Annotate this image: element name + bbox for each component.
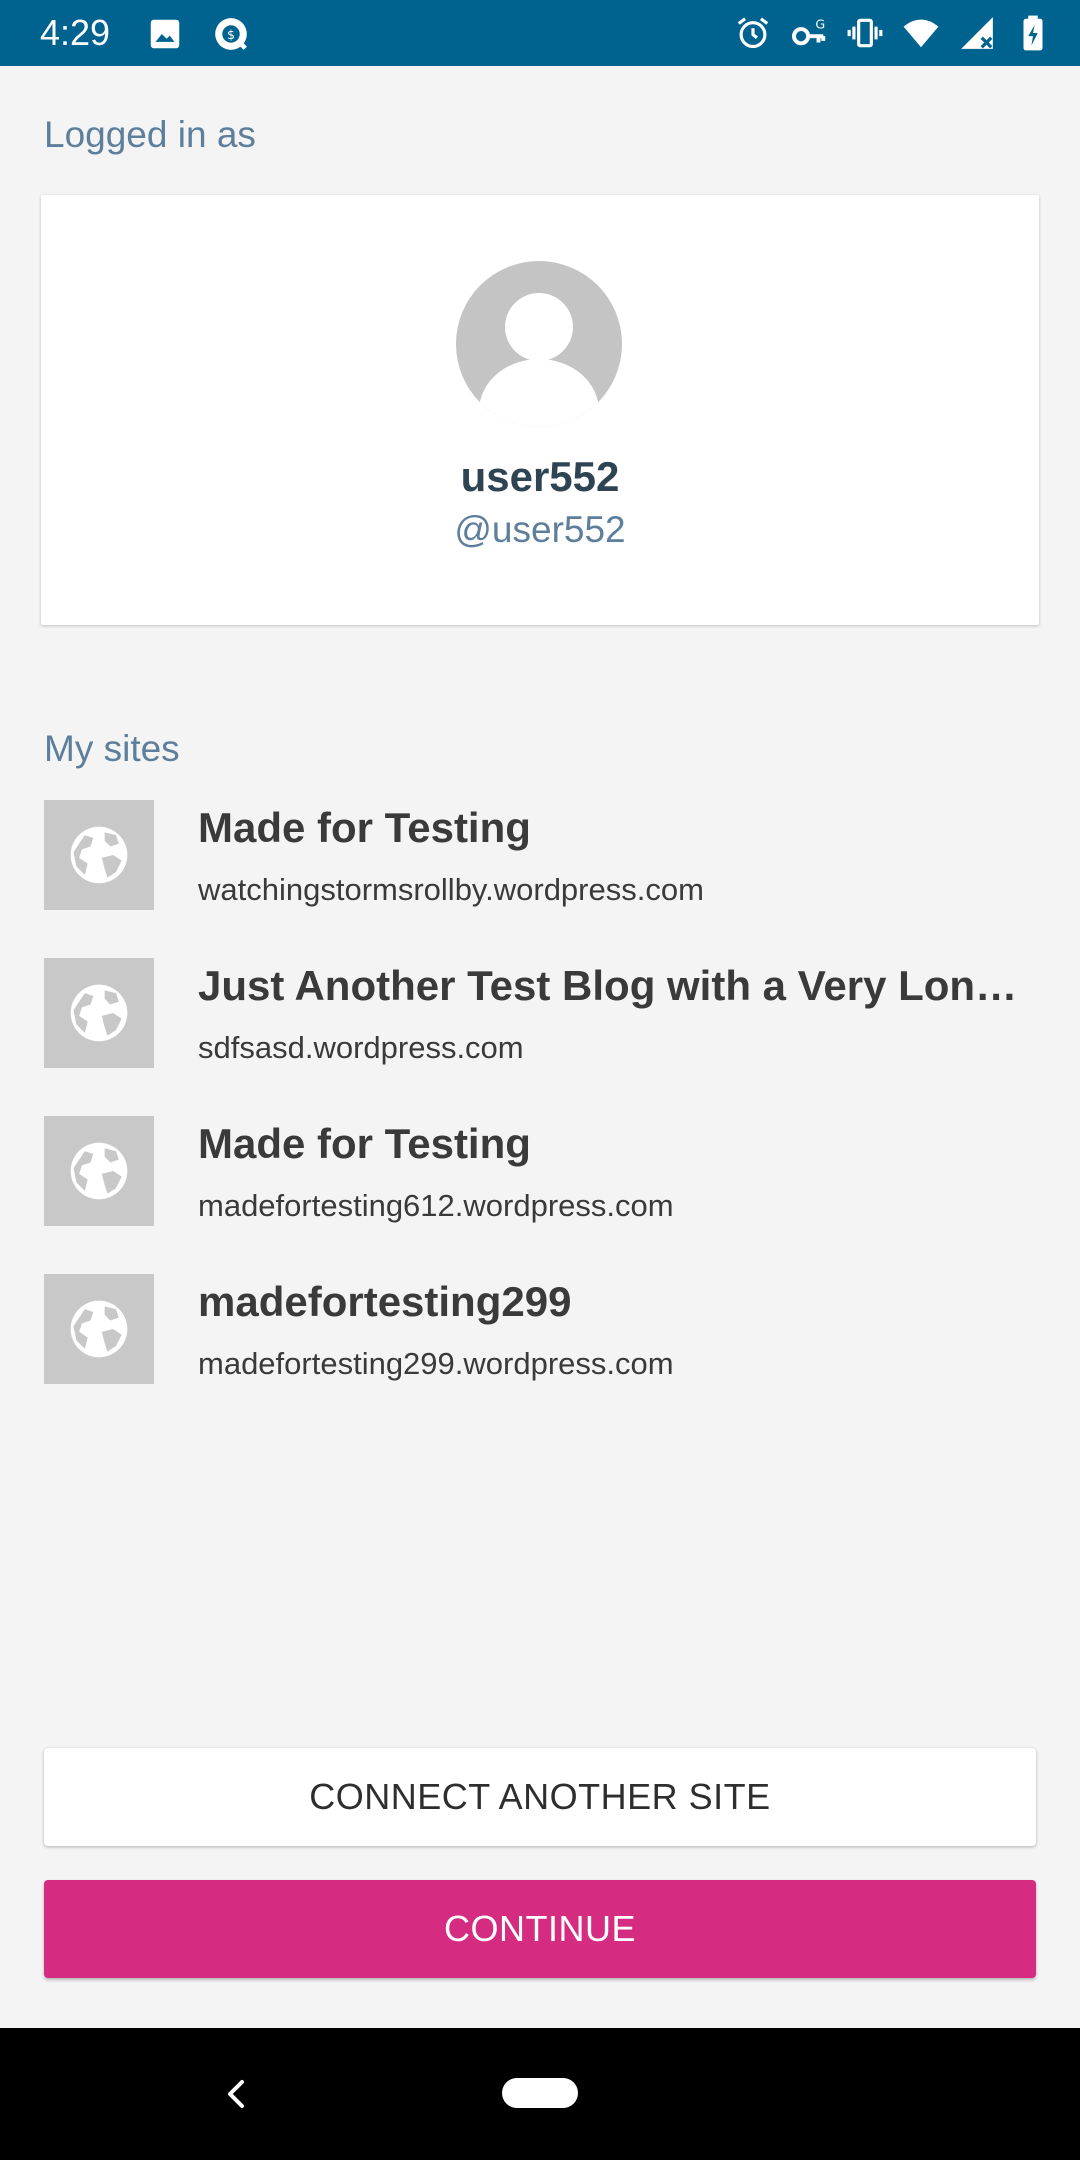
globe-icon [70,826,128,884]
continue-button[interactable]: CONTINUE [44,1880,1036,1978]
site-item[interactable]: Just Another Test Blog with a Very Long…… [0,958,1080,1116]
site-icon [44,1116,154,1226]
logged-in-label: Logged in as [44,114,256,155]
navigation-bar [0,2028,1080,2160]
status-time: 4:29 [40,12,111,53]
login-epilogue-screen: 4:29 $ G Logged in as user552 @user552 M… [0,0,1080,2160]
site-list: Made for Testing watchingstormsrollby.wo… [0,800,1080,1432]
image-icon [150,19,180,49]
vibrate-icon [847,18,883,48]
globe-icon [70,1142,128,1200]
username: @user552 [454,509,626,550]
profile-card: user552 @user552 [41,195,1039,625]
quickbooks-icon: $ [215,18,247,50]
display-name: user552 [460,453,620,500]
signal-icon [961,17,993,49]
site-url: madefortesting299.wordpress.com [198,1346,674,1381]
site-url: watchingstormsrollby.wordpress.com [198,872,704,907]
site-icon [44,1274,154,1384]
site-title: Made for Testing [198,804,531,851]
wifi-icon [903,19,939,48]
status-right-icons: G [734,14,1052,52]
site-title: madefortesting299 [198,1278,572,1325]
site-title: Made for Testing [198,1120,531,1167]
default-avatar-icon [479,293,599,427]
svg-text:$: $ [227,27,235,42]
connect-another-site-button[interactable]: CONNECT ANOTHER SITE [44,1748,1036,1846]
site-icon [44,800,154,910]
status-bar: 4:29 $ G [0,0,1080,66]
home-pill-button[interactable] [502,2078,578,2108]
vpn-key-icon: G [791,16,826,46]
svg-text:G: G [815,16,825,31]
site-url: madefortesting612.wordpress.com [198,1188,674,1223]
avatar [456,261,622,427]
site-url: sdfsasd.wordpress.com [198,1030,524,1065]
status-left-icons: $ [146,15,250,53]
alarm-icon [737,17,769,49]
site-item[interactable]: Made for Testing madefortesting612.wordp… [0,1116,1080,1274]
battery-icon [1023,15,1043,51]
globe-icon [70,1300,128,1358]
site-item[interactable]: Made for Testing watchingstormsrollby.wo… [0,800,1080,958]
globe-icon [70,984,128,1042]
my-sites-label: My sites [44,728,180,769]
back-icon[interactable] [218,2072,254,2116]
site-title: Just Another Test Blog with a Very Long… [198,962,1038,1009]
site-item[interactable]: madefortesting299 madefortesting299.word… [0,1274,1080,1432]
site-icon [44,958,154,1068]
